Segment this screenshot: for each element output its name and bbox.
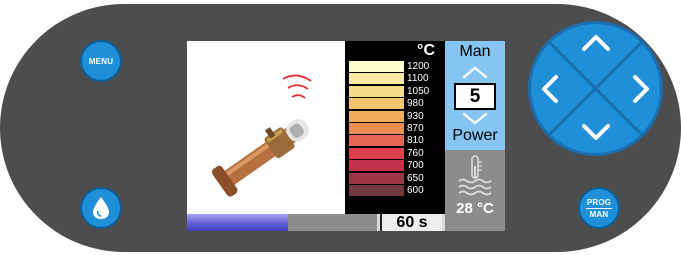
scale-swatch — [349, 148, 404, 159]
power-level-value: 5 — [454, 83, 496, 110]
water-drop-icon — [93, 197, 109, 219]
scale-swatch — [349, 185, 404, 196]
timer-panel: 60 s — [377, 214, 445, 231]
chevron-up-icon[interactable] — [581, 34, 611, 52]
water-drop-button[interactable] — [80, 187, 122, 229]
scale-tier-label: 870 — [407, 123, 424, 134]
scale-unit-label: °C — [417, 42, 435, 59]
increase-chevron-icon[interactable] — [460, 65, 490, 79]
mode-panel: Man 5 Power — [445, 41, 505, 150]
scale-tier-label: 760 — [407, 148, 424, 159]
heater-image-pane — [187, 41, 345, 214]
scale-swatch — [349, 73, 404, 84]
scale-swatch — [349, 61, 404, 72]
chevron-down-icon[interactable] — [581, 123, 611, 141]
scale-tier-label: 600 — [407, 185, 424, 196]
thermometer-icon — [458, 155, 492, 196]
progress-bar-fill — [187, 214, 288, 231]
scale-tier-label: 810 — [407, 135, 424, 146]
scale-tier-label: 980 — [407, 98, 424, 109]
scale-swatch — [349, 135, 404, 146]
mode-title: Man — [459, 43, 491, 60]
scale-tier-label: 1200 — [407, 61, 430, 72]
scale-swatch — [349, 98, 404, 109]
progress-bar — [187, 214, 377, 231]
decrease-chevron-icon[interactable] — [460, 112, 490, 126]
scale-swatch — [349, 173, 404, 184]
scale-swatch — [349, 160, 404, 171]
chevron-right-icon[interactable] — [632, 74, 650, 104]
prog-man-divider — [586, 207, 612, 209]
scale-tier-label: 650 — [407, 173, 424, 184]
man-label: MAN — [589, 209, 609, 219]
timer-value: 60 s — [380, 214, 442, 231]
scale-tier-label: 1100 — [407, 73, 429, 84]
soldering-iron-icon — [211, 74, 312, 197]
prog-man-button[interactable]: PROG MAN — [578, 187, 620, 229]
direction-pad[interactable] — [528, 21, 663, 156]
menu-button[interactable]: MENU — [80, 40, 122, 82]
temperature-scale: °C 1200 1100 1050 980 930 870 810 760 700 650 600 — [345, 41, 445, 214]
water-temperature-value: 28 °C — [456, 200, 494, 217]
scale-swatch — [349, 111, 404, 122]
scale-swatch — [349, 86, 404, 97]
mode-subtitle: Power — [452, 127, 498, 144]
scale-tier-label: 1050 — [407, 86, 430, 97]
water-temperature-panel: 28 °C — [445, 150, 505, 231]
scale-tier-label: 930 — [407, 111, 424, 122]
scale-tier-label: 700 — [407, 160, 424, 171]
menu-button-label: MENU — [88, 56, 114, 66]
prog-label: PROG — [586, 197, 612, 207]
chevron-left-icon[interactable] — [541, 74, 559, 104]
scale-swatch — [349, 123, 404, 134]
lcd-screen: °C 1200 1100 1050 980 930 870 810 760 700 650 600 … — [187, 41, 505, 231]
